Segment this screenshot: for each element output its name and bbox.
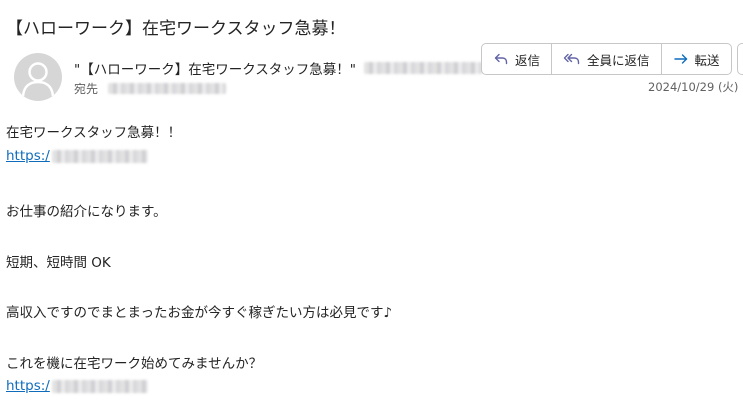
sender-line: "【ハローワーク】在宅ワークスタッフ急募！" [74, 58, 483, 78]
body-link-2: https:/ [6, 378, 148, 394]
message-actions: 返信 全員に返信 転送 [481, 43, 732, 75]
body-line-5: これを機に在宅ワーク始めてみませんか？ [6, 356, 263, 372]
reply-all-button[interactable]: 全員に返信 [551, 44, 661, 74]
body-link-2-anchor[interactable]: https:/ [6, 378, 50, 394]
sender-avatar[interactable] [14, 53, 62, 101]
recipient-line: 宛先 [74, 80, 227, 97]
person-icon [21, 62, 55, 97]
sender-address-redacted [364, 62, 483, 74]
body-link-1-anchor[interactable]: https:/ [6, 148, 50, 164]
email-subject: 【ハローワーク】在宅ワークスタッフ急募！ [6, 19, 346, 39]
reply-arrow-icon [494, 53, 508, 65]
link-2-redacted [51, 379, 148, 393]
link-1-redacted [51, 149, 148, 163]
reply-label: 返信 [515, 52, 541, 68]
forward-label: 転送 [694, 52, 720, 68]
forward-arrow-icon [673, 54, 687, 64]
to-label: 宛先 [74, 82, 99, 96]
sender-name[interactable]: "【ハローワーク】在宅ワークスタッフ急募！" [74, 58, 356, 78]
recipient-address-redacted [108, 83, 227, 94]
reply-all-arrow-icon [563, 53, 580, 65]
body-line-1: 在宅ワークスタッフ急募！！ [6, 125, 182, 141]
more-actions-button[interactable] [737, 43, 743, 75]
reply-button[interactable]: 返信 [482, 44, 551, 74]
message-date: 2024/10/29 (火) [648, 80, 739, 94]
reply-all-label: 全員に返信 [587, 52, 650, 68]
body-link-1: https:/ [6, 148, 148, 164]
forward-button[interactable]: 転送 [660, 44, 731, 74]
body-line-3: 短期、短時間 OK [6, 255, 111, 271]
body-line-4: 高収入ですのでまとまったお金が今すぐ稼ぎたい方は必見です♪ [6, 305, 393, 321]
body-line-2: お仕事の紹介になります。 [6, 204, 167, 220]
